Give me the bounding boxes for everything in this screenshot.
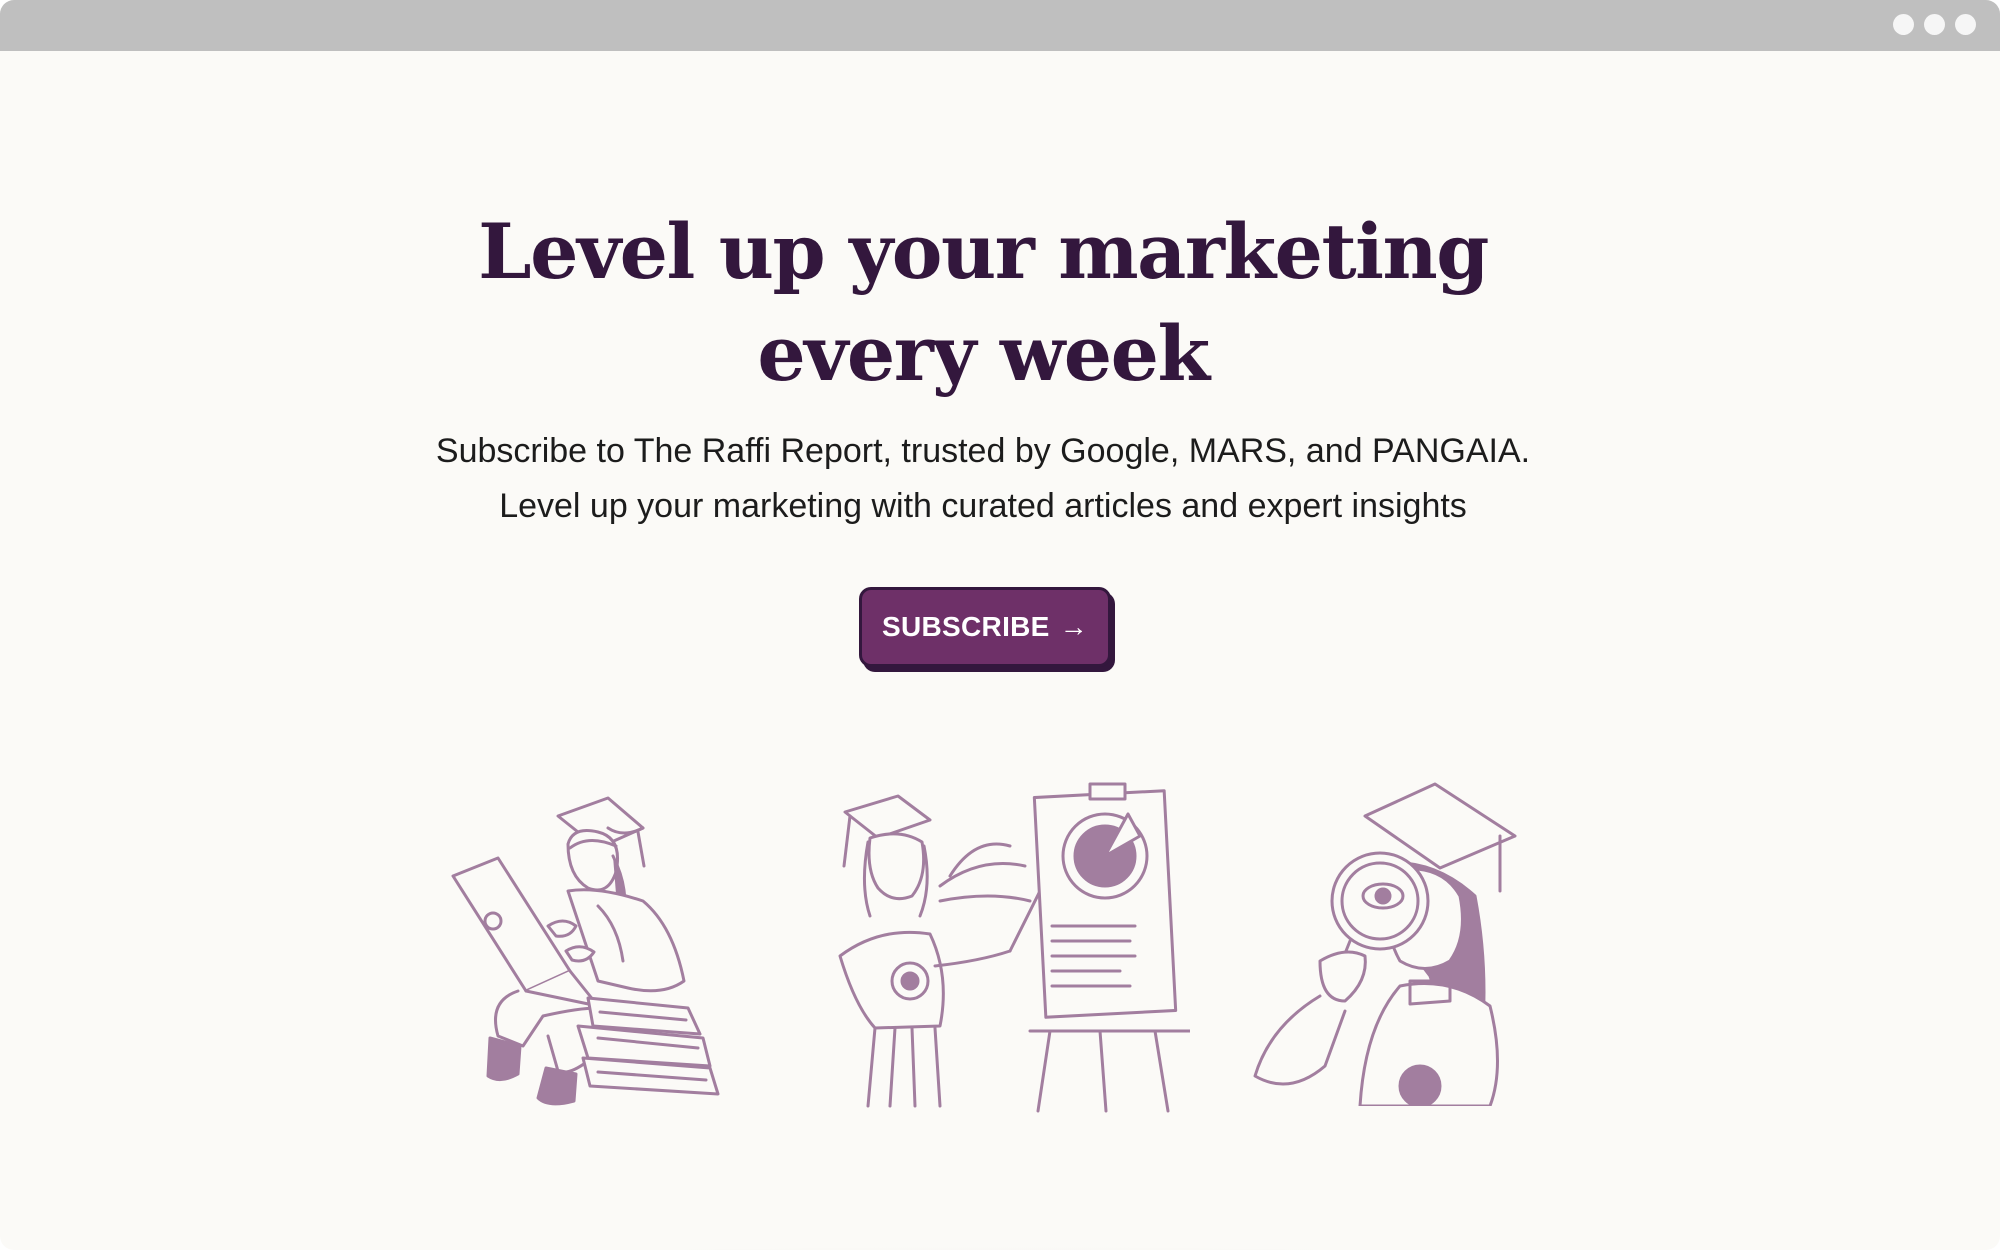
- browser-window: Level up your marketing every week Subsc…: [0, 0, 2000, 1250]
- hero-subtitle: Subscribe to The Raffi Report, trusted b…: [0, 424, 1966, 534]
- subscribe-button-label: SUBSCRIBE: [882, 611, 1050, 642]
- subtitle-line-2: Level up your marketing with curated art…: [499, 487, 1467, 525]
- presenter-easel-illustration: [800, 776, 1190, 1116]
- subtitle-line-1: Subscribe to The Raffi Report, trusted b…: [435, 432, 1531, 470]
- hero-section: Level up your marketing every week Subsc…: [0, 51, 2000, 1250]
- magnifier-student-illustration: [1250, 776, 1530, 1106]
- window-dot-icon[interactable]: [1955, 14, 1976, 35]
- hero-headline: Level up your marketing every week: [0, 201, 1966, 405]
- headline-line-1: Level up your marketing: [478, 207, 1489, 296]
- window-dot-icon[interactable]: [1924, 14, 1945, 35]
- arrow-right-icon: →: [1059, 611, 1088, 642]
- headline-line-2: every week: [757, 309, 1210, 398]
- subscribe-button[interactable]: SUBSCRIBE →: [859, 587, 1111, 667]
- window-controls: [1893, 14, 1976, 35]
- laptop-student-illustration: [448, 776, 738, 1106]
- window-titlebar: [0, 0, 2000, 51]
- window-dot-icon[interactable]: [1893, 14, 1914, 35]
- bottom-shadow: [200, 1246, 1800, 1250]
